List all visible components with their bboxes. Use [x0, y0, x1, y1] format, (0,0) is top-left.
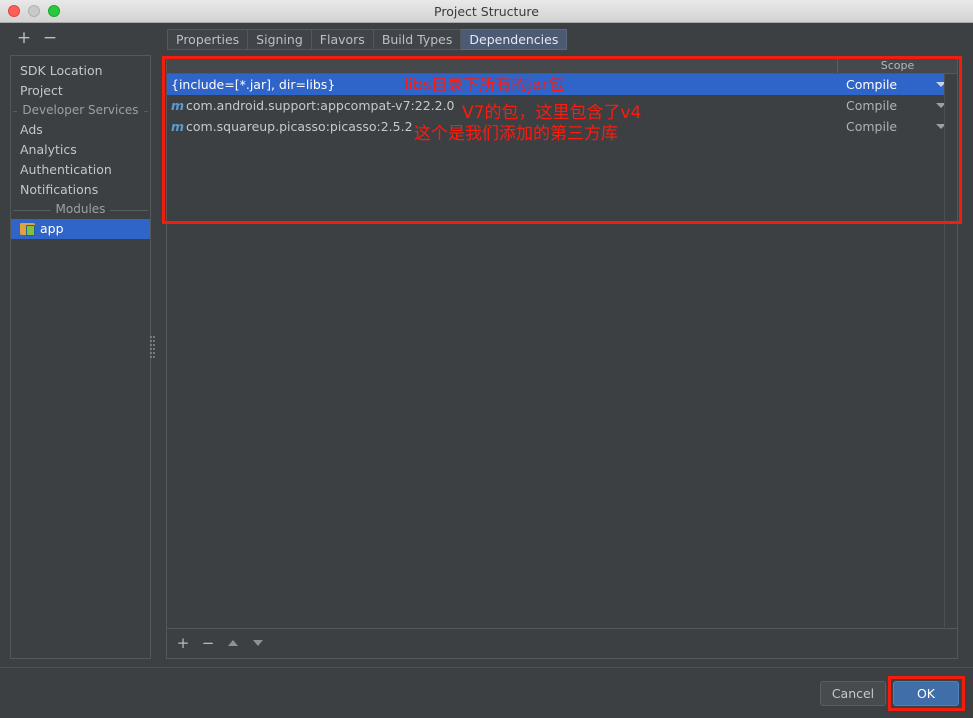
project-structure-dialog: Project Structure + − Properties Signing…	[0, 0, 973, 718]
sidebar-item-analytics[interactable]: Analytics	[11, 140, 150, 160]
tab-properties[interactable]: Properties	[167, 29, 249, 50]
dependencies-table-header: Scope	[167, 59, 957, 74]
sidebar-item-authentication[interactable]: Authentication	[11, 160, 150, 180]
dependency-label: com.android.support:appcompat-v7:22.2.0	[186, 98, 455, 113]
dependency-name: m com.squareup.picasso:picasso:2.5.2	[171, 116, 413, 137]
add-module-button[interactable]: +	[13, 27, 35, 49]
scope-value: Compile	[846, 77, 898, 92]
tab-signing[interactable]: Signing	[248, 29, 312, 50]
sidebar-item-sdk-location[interactable]: SDK Location	[11, 61, 150, 81]
android-module-icon	[20, 223, 35, 236]
sidebar-section-label: Modules	[50, 202, 111, 216]
maven-icon: m	[171, 119, 185, 134]
table-row[interactable]: m com.squareup.picasso:picasso:2.5.2 Comp…	[167, 116, 957, 137]
remove-module-button[interactable]: −	[39, 27, 61, 49]
tab-dependencies[interactable]: Dependencies	[461, 29, 568, 50]
sidebar-item-app[interactable]: app	[11, 219, 150, 239]
window-title: Project Structure	[434, 4, 539, 19]
dependencies-table-body: {include=[*.jar], dir=libs} Compile m com…	[167, 74, 957, 137]
settings-sidebar: SDK Location Project Developer Services …	[10, 55, 151, 659]
dependency-label: com.squareup.picasso:picasso:2.5.2	[186, 119, 413, 134]
sidebar-item-notifications[interactable]: Notifications	[11, 180, 150, 200]
sidebar-item-project[interactable]: Project	[11, 81, 150, 101]
sidebar-item-label: app	[40, 221, 64, 236]
table-row[interactable]: m com.android.support:appcompat-v7:22.2.0…	[167, 95, 957, 116]
remove-dependency-button[interactable]: −	[198, 633, 218, 653]
dependency-name: m com.android.support:appcompat-v7:22.2.0	[171, 95, 455, 116]
move-down-button[interactable]	[248, 633, 268, 653]
dependencies-toolbar: + −	[167, 628, 957, 658]
sidebar-section-label: Developer Services	[17, 103, 144, 117]
maven-icon: m	[171, 98, 185, 113]
panel-splitter-handle[interactable]	[150, 336, 155, 362]
tab-build-types[interactable]: Build Types	[373, 29, 462, 50]
scope-dropdown[interactable]: Compile	[837, 116, 957, 137]
tab-flavors[interactable]: Flavors	[311, 29, 374, 50]
scope-value: Compile	[846, 98, 898, 113]
dependencies-panel: Scope {include=[*.jar], dir=libs} Compil…	[166, 58, 958, 659]
dependency-name: {include=[*.jar], dir=libs}	[171, 77, 336, 92]
window-titlebar: Project Structure	[0, 0, 973, 23]
cancel-button[interactable]: Cancel	[820, 681, 886, 706]
arrow-down-icon	[253, 640, 263, 646]
vertical-scrollbar[interactable]	[944, 74, 957, 627]
scope-dropdown[interactable]: Compile	[837, 95, 957, 116]
scope-dropdown[interactable]: Compile	[837, 74, 957, 95]
sidebar-section-developer-services: Developer Services	[11, 101, 150, 120]
column-header-scope[interactable]: Scope	[837, 59, 957, 73]
add-dependency-button[interactable]: +	[173, 633, 193, 653]
tab-bar: Properties Signing Flavors Build Types D…	[167, 29, 568, 50]
arrow-up-icon	[228, 640, 238, 646]
sidebar-item-ads[interactable]: Ads	[11, 120, 150, 140]
dialog-footer: Cancel OK	[0, 668, 973, 718]
sidebar-section-modules: Modules	[11, 200, 150, 219]
table-row[interactable]: {include=[*.jar], dir=libs} Compile	[167, 74, 957, 95]
ok-button[interactable]: OK	[893, 681, 959, 706]
scope-value: Compile	[846, 119, 898, 134]
move-up-button[interactable]	[223, 633, 243, 653]
